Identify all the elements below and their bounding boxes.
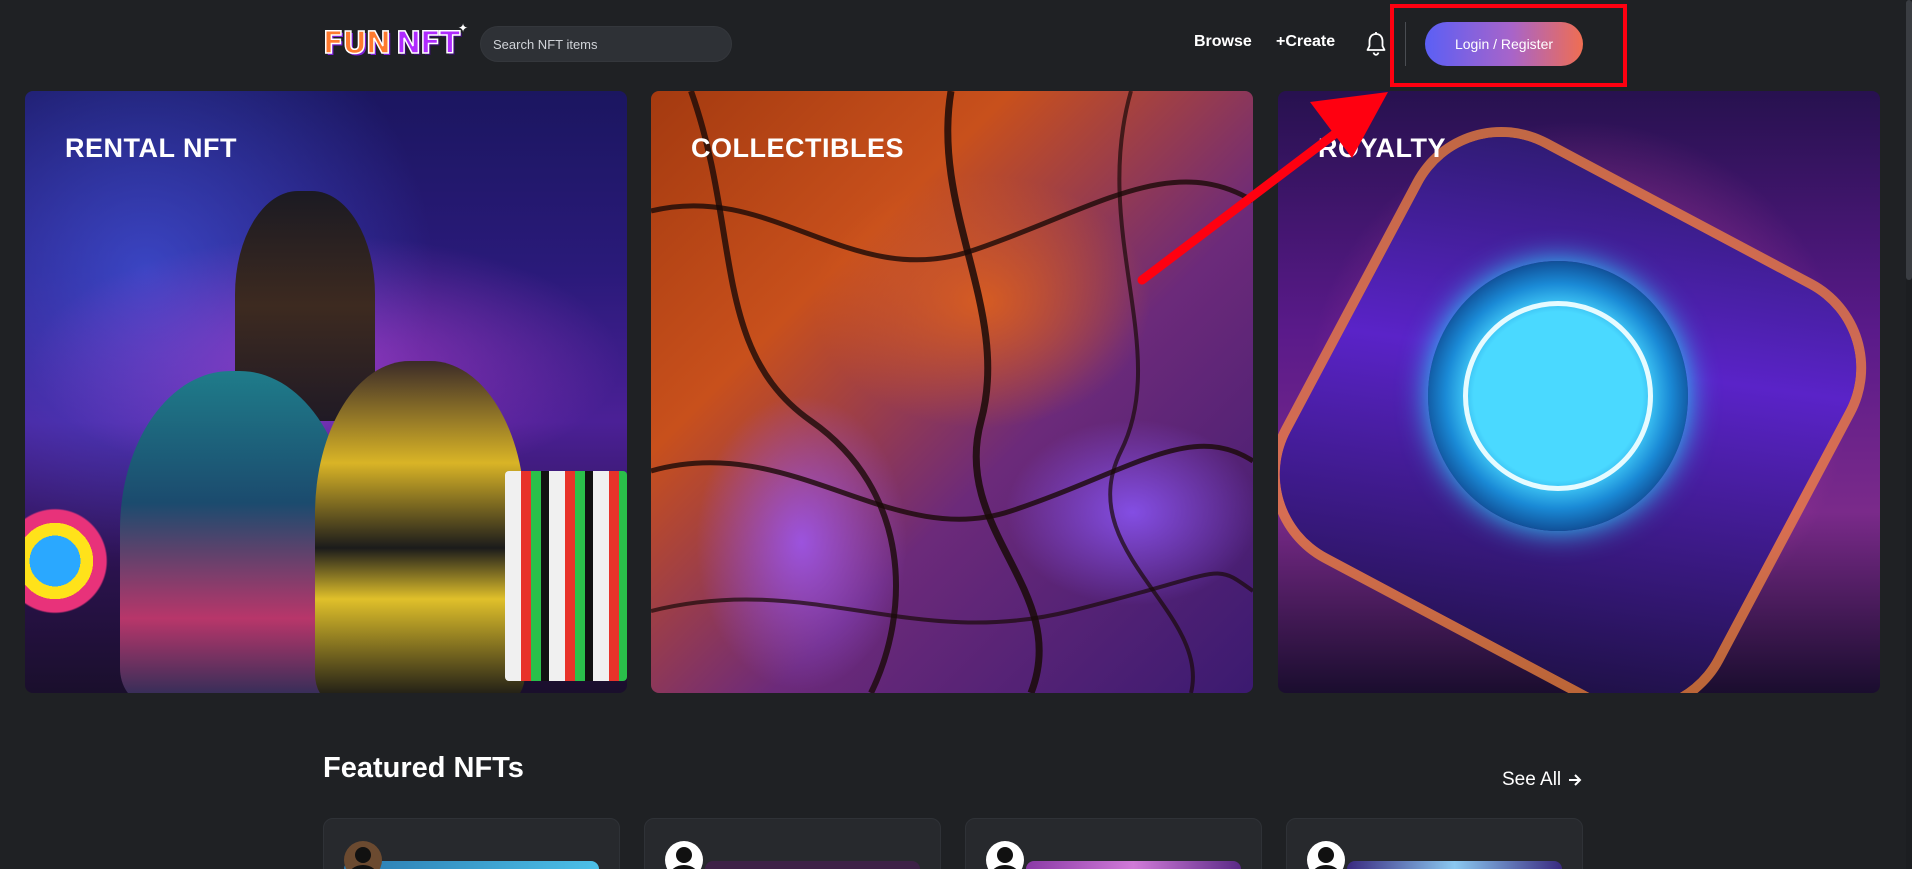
nft-thumbnail xyxy=(705,861,920,869)
bell-icon[interactable] xyxy=(1364,31,1388,57)
see-all-label: See All xyxy=(1502,769,1562,790)
logo-text-fun: FUN xyxy=(322,25,391,62)
nft-thumbnail xyxy=(1026,861,1241,869)
see-all-link[interactable]: See All xyxy=(1502,769,1583,791)
featured-nft-card[interactable] xyxy=(965,818,1262,869)
sparkle-icon: ✦ xyxy=(457,21,468,35)
logo-text-nft: NFT xyxy=(395,25,461,62)
search-input[interactable] xyxy=(480,26,732,62)
scrollbar-thumb[interactable] xyxy=(1906,0,1912,280)
abstract-veins-illustration xyxy=(651,91,1253,693)
colorful-disc-illustration xyxy=(25,501,115,621)
avatar xyxy=(665,841,703,869)
featured-nft-card[interactable] xyxy=(1286,818,1583,869)
glowing-ring-illustration xyxy=(1463,301,1653,491)
nft-thumbnail xyxy=(344,861,599,869)
avatar xyxy=(344,841,382,869)
featured-section-title: Featured NFTs xyxy=(323,752,524,784)
nav-create-link[interactable]: +Create xyxy=(1276,33,1335,51)
nav-browse-link[interactable]: Browse xyxy=(1194,33,1252,51)
page: FUN NFT ✦ Browse +Create Login / Registe… xyxy=(0,0,1912,869)
pixel-art-illustration xyxy=(505,471,627,681)
featured-nft-card[interactable] xyxy=(644,818,941,869)
category-card-rental-nft[interactable]: RENTAL NFT xyxy=(25,91,627,693)
nft-thumbnail xyxy=(1347,861,1562,869)
fun-nft-logo[interactable]: FUN NFT ✦ xyxy=(322,21,468,62)
category-card-collectibles[interactable]: COLLECTIBLES xyxy=(651,91,1253,693)
arrow-right-icon xyxy=(1569,774,1582,786)
highlight-annotation-box xyxy=(1390,4,1627,87)
featured-nft-card[interactable] xyxy=(323,818,620,869)
page-scrollbar[interactable] xyxy=(1906,0,1912,869)
category-title: ROYALTY xyxy=(1318,133,1447,163)
category-card-royalty[interactable]: ROYALTY xyxy=(1278,91,1880,693)
category-title: COLLECTIBLES xyxy=(691,133,904,163)
category-title: RENTAL NFT xyxy=(65,133,237,163)
ape-character-illustration xyxy=(315,361,525,693)
avatar xyxy=(986,841,1024,869)
avatar xyxy=(1307,841,1345,869)
top-header: FUN NFT ✦ Browse +Create Login / Registe… xyxy=(0,0,1912,90)
